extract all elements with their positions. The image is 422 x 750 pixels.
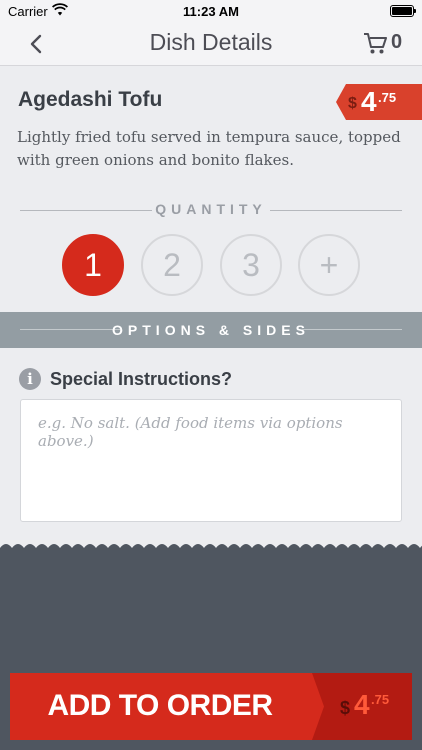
options-sides-label: OPTIONS & SIDES: [112, 322, 310, 338]
nav-bar: Dish Details 0: [0, 22, 422, 66]
battery-icon: [390, 5, 416, 17]
quantity-option-1[interactable]: 1: [62, 234, 124, 296]
quantity-add-more[interactable]: +: [298, 234, 360, 296]
options-divider-right: [302, 329, 402, 330]
order-total-cents: .75: [371, 692, 390, 707]
add-to-order-button[interactable]: ADD TO ORDER $ 4 .75: [10, 673, 412, 740]
cart-icon[interactable]: [362, 30, 388, 56]
page-title: Dish Details: [149, 29, 273, 55]
price-dollars: 4: [361, 86, 377, 117]
price-currency: $: [348, 95, 357, 112]
price-tag: $ 4 .75: [336, 84, 422, 120]
quantity-label: QUANTITY: [155, 201, 267, 217]
quantity-option-2[interactable]: 2: [141, 234, 203, 296]
cart-count-badge[interactable]: 0: [391, 31, 402, 54]
order-total-box: $ 4 .75: [312, 673, 412, 740]
dish-description: Lightly fried tofu served in tempura sau…: [17, 128, 401, 169]
info-icon: i: [19, 368, 41, 390]
scalloped-edge: [0, 544, 422, 556]
quantity-option-3[interactable]: 3: [220, 234, 282, 296]
instructions-title: Special Instructions?: [50, 369, 233, 389]
instructions-input[interactable]: e.g. No salt. (Add food items via option…: [20, 399, 402, 522]
order-total-currency: $: [340, 698, 351, 718]
options-sides-band[interactable]: OPTIONS & SIDES: [0, 312, 422, 348]
status-bar: Carrier 11:23 AM: [0, 0, 422, 22]
instructions-placeholder: e.g. No salt. (Add food items via option…: [38, 414, 343, 450]
quantity-divider-right: [270, 210, 402, 211]
dish-name: Agedashi Tofu: [18, 88, 163, 111]
add-to-order-label: ADD TO ORDER: [47, 689, 273, 722]
clock: 11:23 AM: [183, 4, 239, 19]
order-total-dollars: 4: [354, 689, 370, 720]
price-cents: .75: [378, 90, 397, 105]
